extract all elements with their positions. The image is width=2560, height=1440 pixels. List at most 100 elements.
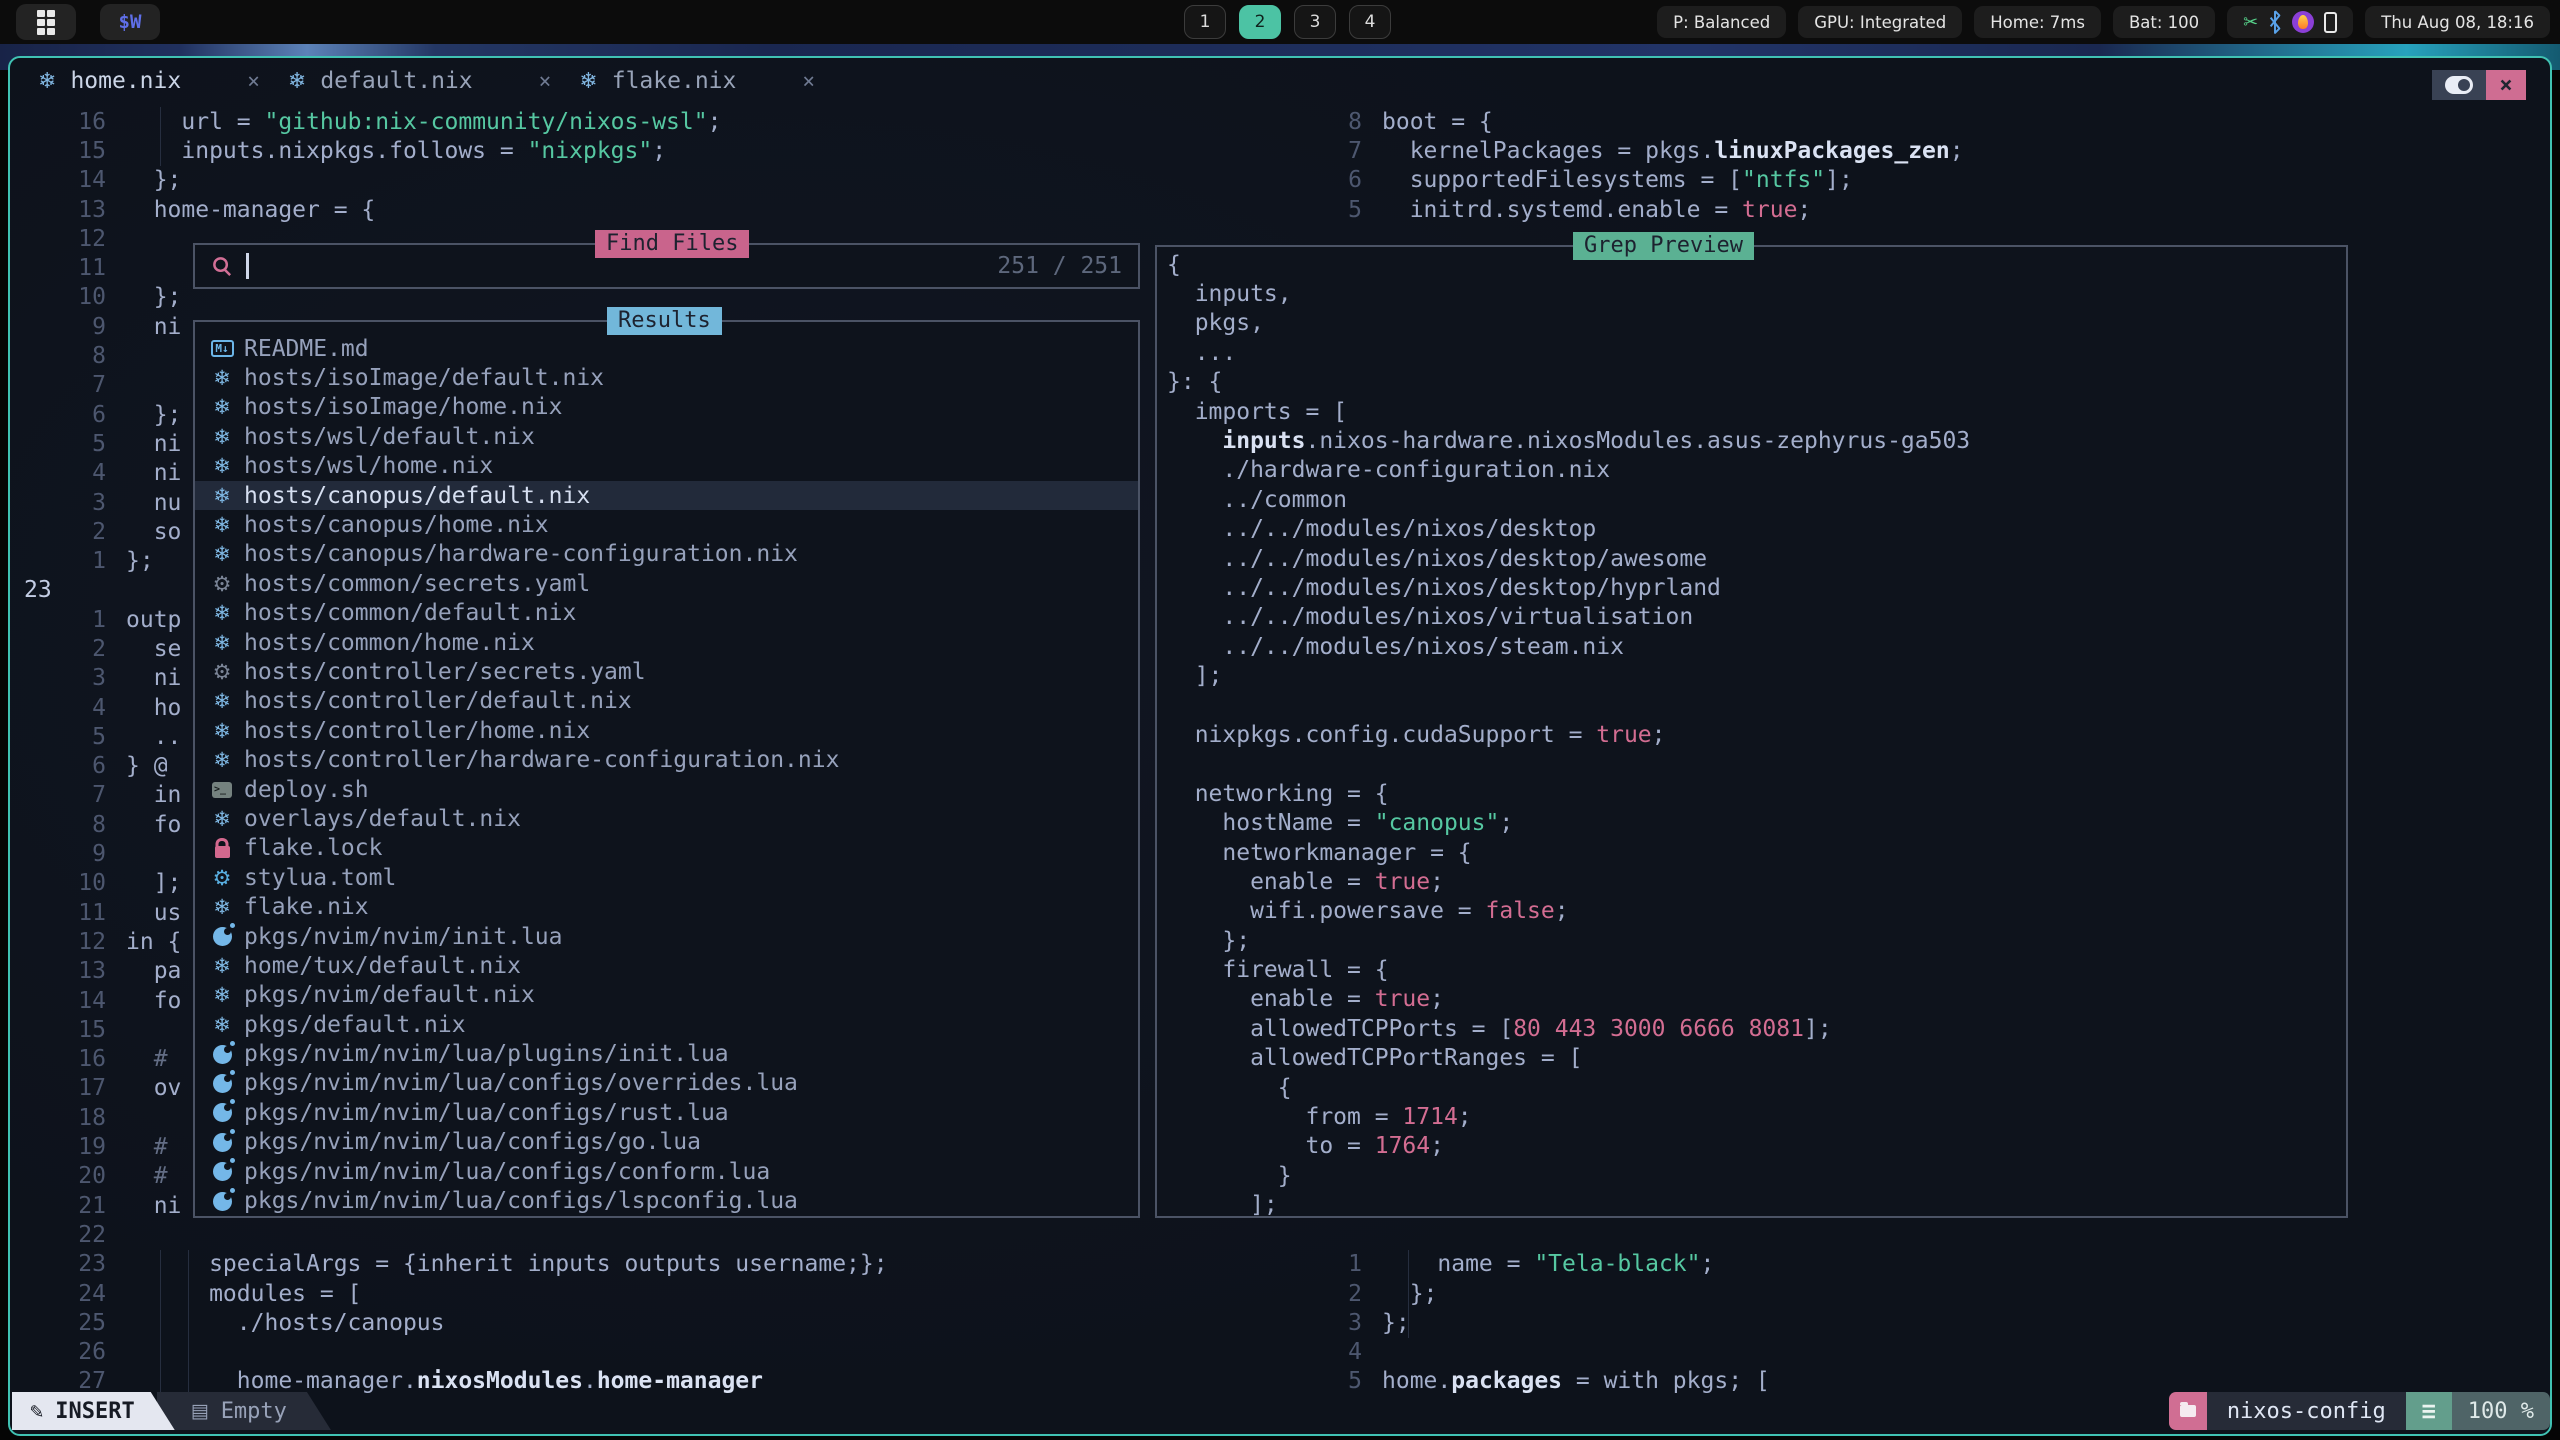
- result-item[interactable]: flake.nix: [195, 892, 1138, 921]
- result-item[interactable]: home/tux/default.nix: [195, 951, 1138, 980]
- tab-close-icon[interactable]: ×: [487, 69, 552, 93]
- file-type-icon: [213, 631, 231, 655]
- file-type-icon: [213, 425, 231, 449]
- line-number: 7: [1266, 138, 1362, 164]
- mode-segment: ✎ INSERT: [12, 1392, 175, 1430]
- line-number: 15: [10, 1017, 106, 1043]
- preview-line: pkgs,: [1167, 309, 1970, 338]
- code-line[interactable]: 26: [10, 1337, 1250, 1366]
- code-line[interactable]: 24 modules = [: [10, 1279, 1250, 1308]
- result-item[interactable]: pkgs/nvim/default.nix: [195, 981, 1138, 1010]
- line-number: 14: [10, 167, 106, 193]
- code-line[interactable]: 3 };: [1266, 1308, 2546, 1337]
- tab-close-icon[interactable]: ×: [195, 69, 260, 93]
- code-line[interactable]: 1 name = "Tela-black";: [1266, 1250, 2546, 1279]
- preview-line: [1167, 750, 1970, 779]
- result-item[interactable]: pkgs/nvim/nvim/lua/configs/conform.lua: [195, 1157, 1138, 1186]
- result-item[interactable]: hosts/controller/default.nix: [195, 687, 1138, 716]
- workspace-button[interactable]: 4: [1349, 5, 1391, 39]
- result-item[interactable]: hosts/common/default.nix: [195, 599, 1138, 628]
- result-item[interactable]: pkgs/nvim/nvim/lua/configs/rust.lua: [195, 1098, 1138, 1127]
- workspace-button[interactable]: 2: [1239, 5, 1281, 39]
- line-number: 6: [10, 753, 106, 779]
- result-item[interactable]: overlays/default.nix: [195, 804, 1138, 833]
- result-item[interactable]: pkgs/nvim/nvim/init.lua: [195, 922, 1138, 951]
- result-item[interactable]: hosts/controller/hardware-configuration.…: [195, 745, 1138, 774]
- code-line[interactable]: 14 };: [10, 166, 1250, 195]
- buffer-tab[interactable]: ❄ default.nix ×: [260, 58, 551, 104]
- file-type-icon: [213, 895, 231, 919]
- code-line[interactable]: 7 kernelPackages = pkgs.linuxPackages_ze…: [1266, 136, 2546, 165]
- code-line[interactable]: [1266, 1220, 2546, 1249]
- preview-line: allowedTCPPortRanges = [: [1167, 1044, 1970, 1073]
- line-number: 9: [10, 841, 106, 867]
- result-item[interactable]: hosts/common/home.nix: [195, 628, 1138, 657]
- line-number: 6: [1266, 167, 1362, 193]
- result-item[interactable]: hosts/canopus/hardware-configuration.nix: [195, 540, 1138, 569]
- code-line[interactable]: 22: [10, 1220, 1250, 1249]
- result-item[interactable]: pkgs/nvim/nvim/lua/configs/lspconfig.lua: [195, 1186, 1138, 1215]
- scissors-icon: ✂: [2243, 12, 2258, 33]
- tray-icons[interactable]: ✂: [2227, 6, 2353, 38]
- buffer-tab[interactable]: ❄ home.nix ×: [10, 58, 260, 104]
- file-type-icon: [213, 660, 232, 684]
- result-item[interactable]: hosts/canopus/default.nix: [195, 481, 1138, 510]
- result-item[interactable]: README.md: [195, 334, 1138, 363]
- code-line[interactable]: 6 supportedFilesystems = ["ntfs"];: [1266, 166, 2546, 195]
- status-pill: Home: 7ms: [1974, 6, 2101, 38]
- line-number: 23: [10, 577, 106, 603]
- result-item[interactable]: hosts/isoImage/home.nix: [195, 393, 1138, 422]
- line-number: 12: [10, 929, 106, 955]
- result-item[interactable]: pkgs/nvim/nvim/lua/plugins/init.lua: [195, 1039, 1138, 1068]
- indent-guide: [188, 1250, 189, 1394]
- window-close-button[interactable]: ×: [2486, 70, 2526, 100]
- bluetooth-icon: [2268, 10, 2282, 34]
- preview-line: hostName = "canopus";: [1167, 808, 1970, 837]
- result-item[interactable]: stylua.toml: [195, 863, 1138, 892]
- apps-grid-icon: [37, 10, 55, 35]
- result-item[interactable]: hosts/isoImage/default.nix: [195, 363, 1138, 392]
- terminal-launcher-button[interactable]: $W: [100, 4, 160, 40]
- workspace-button[interactable]: 1: [1184, 5, 1226, 39]
- result-item[interactable]: pkgs/nvim/nvim/lua/configs/overrides.lua: [195, 1069, 1138, 1098]
- app-launcher-button[interactable]: [16, 4, 76, 40]
- line-number: 13: [10, 197, 106, 223]
- file-type-icon: [213, 983, 231, 1007]
- result-item[interactable]: pkgs/default.nix: [195, 1010, 1138, 1039]
- tab-close-icon[interactable]: ×: [750, 69, 815, 93]
- line-number: 10: [10, 284, 106, 310]
- file-type-icon: [213, 366, 231, 390]
- code-line[interactable]: 23 specialArgs = {inherit inputs outputs…: [10, 1250, 1250, 1279]
- code-line[interactable]: 15 inputs.nixpkgs.follows = "nixpkgs";: [10, 136, 1250, 165]
- code-line[interactable]: 5 initrd.systemd.enable = true;: [1266, 195, 2546, 224]
- result-item[interactable]: hosts/controller/secrets.yaml: [195, 657, 1138, 686]
- preview-line: from = 1714;: [1167, 1102, 1970, 1131]
- result-item[interactable]: hosts/wsl/default.nix: [195, 422, 1138, 451]
- result-item[interactable]: hosts/canopus/home.nix: [195, 510, 1138, 539]
- preview-line: {: [1167, 250, 1970, 279]
- code-line[interactable]: 13 home-manager = {: [10, 195, 1250, 224]
- window-toggle[interactable]: [2432, 70, 2486, 100]
- scroll-chip: ≡: [2406, 1392, 2452, 1430]
- toggle-icon: [2445, 76, 2473, 94]
- line-number: 23: [10, 1251, 106, 1277]
- result-item[interactable]: flake.lock: [195, 834, 1138, 863]
- code-line[interactable]: 2 };: [1266, 1279, 2546, 1308]
- line-number: 20: [10, 1163, 106, 1189]
- result-item[interactable]: hosts/controller/home.nix: [195, 716, 1138, 745]
- result-item[interactable]: deploy.sh: [195, 775, 1138, 804]
- code-line[interactable]: 25 ./hosts/canopus: [10, 1308, 1250, 1337]
- find-files-prompt[interactable]: Find Files 251 / 251: [193, 243, 1140, 289]
- result-item[interactable]: hosts/common/secrets.yaml: [195, 569, 1138, 598]
- code-line[interactable]: 8 boot = {: [1266, 107, 2546, 136]
- line-number: 16: [10, 109, 106, 135]
- workspace-button[interactable]: 3: [1294, 5, 1336, 39]
- result-item[interactable]: hosts/wsl/home.nix: [195, 452, 1138, 481]
- code-line[interactable]: 16 url = "github:nix-community/nixos-wsl…: [10, 107, 1250, 136]
- preview-line: inputs.nixos-hardware.nixosModules.asus-…: [1167, 426, 1970, 455]
- result-item[interactable]: pkgs/nvim/nvim/lua/configs/go.lua: [195, 1128, 1138, 1157]
- line-number: 15: [10, 138, 106, 164]
- buffer-tab[interactable]: ❄ flake.nix ×: [551, 58, 815, 104]
- code-line[interactable]: 4: [1266, 1337, 2546, 1366]
- preview-line: allowedTCPPorts = [80 443 3000 6666 8081…: [1167, 1014, 1970, 1043]
